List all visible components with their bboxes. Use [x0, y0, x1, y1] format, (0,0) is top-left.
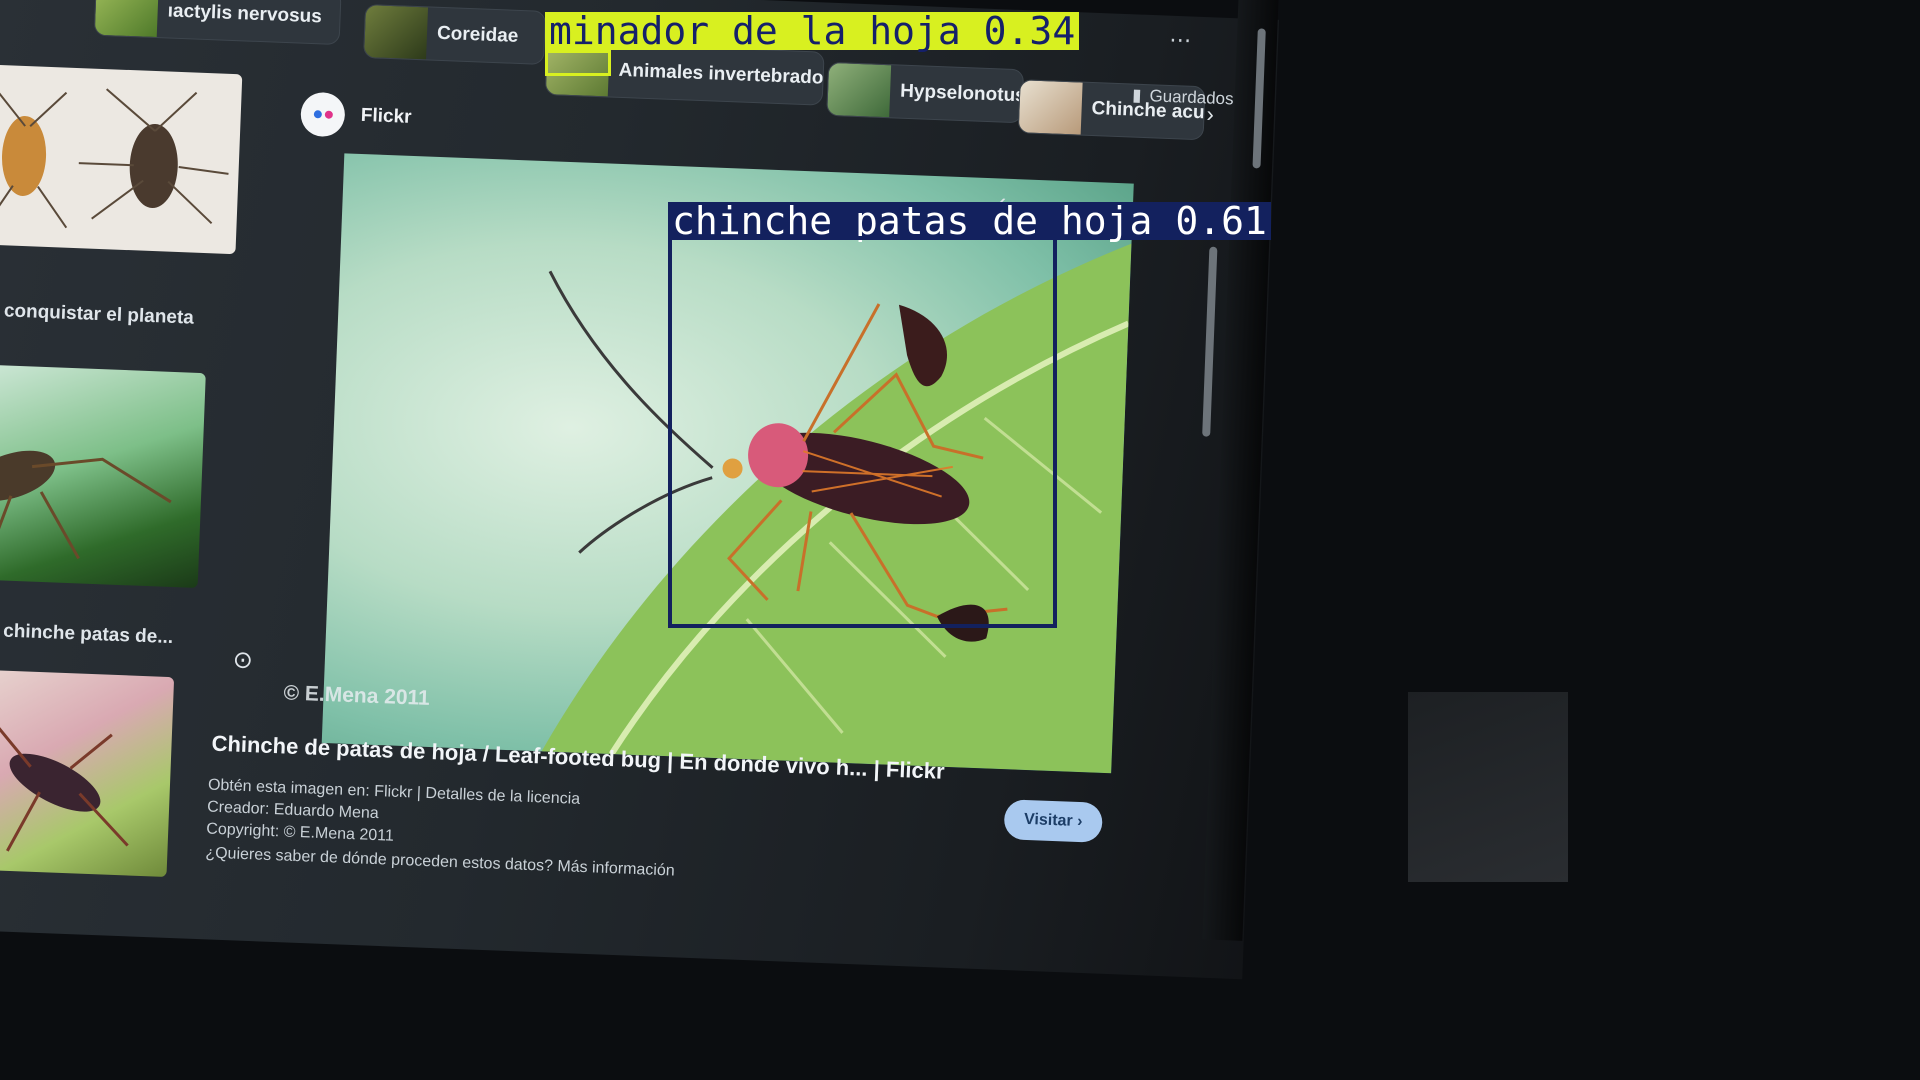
bookmark-icon: ▮	[1131, 85, 1142, 105]
chip-label: ıactylis nervosus	[167, 0, 323, 28]
more-icon[interactable]: ⋯	[1169, 27, 1192, 54]
photo-watermark: © E.Mena 2011	[283, 681, 431, 711]
related-chip[interactable]: ıactylis nervosus	[93, 0, 342, 46]
visual-search-icon[interactable]: ⊙	[232, 645, 263, 676]
side-result-caption[interactable]: an chinche patas de...	[0, 620, 174, 650]
image-search-panel: ıactylis nervosus Coreidae Animales inve…	[0, 0, 1266, 929]
related-chip[interactable]: Coreidae	[363, 4, 546, 65]
insect-diagram-image	[0, 88, 229, 229]
source-name: Flickr	[360, 104, 412, 128]
saved-button[interactable]: ▮ Guardados	[1132, 86, 1234, 110]
flickr-logo-icon	[300, 91, 346, 138]
insect-photo-image	[0, 450, 172, 560]
chip-thumbnail	[364, 5, 429, 60]
result-info-line[interactable]: ¿Quieres saber de dónde proceden estos d…	[205, 845, 675, 881]
side-result-thumbnail[interactable]	[0, 364, 206, 589]
scrollbar[interactable]	[1202, 246, 1218, 437]
detection-box-leaf-footed-bug	[668, 236, 1057, 628]
result-copyright-line: Copyright: © E.Mena 2011	[206, 820, 395, 845]
related-chip[interactable]: Hypselonotus	[826, 61, 1025, 124]
side-result-caption[interactable]: y conquistar el planeta	[0, 300, 194, 330]
result-creator-line: Creador: Eduardo Mena	[206, 798, 380, 823]
source-row[interactable]: Flickr	[300, 91, 412, 140]
chip-thumbnail	[827, 62, 892, 118]
detection-box-leaf-miner	[545, 50, 611, 76]
side-result-thumbnail[interactable]	[0, 64, 243, 255]
detection-label-leaf-footed-bug: chinche patas de hoja 0.61	[668, 202, 1271, 240]
chip-thumbnail	[94, 0, 159, 38]
chip-label: Hypselonotus	[899, 80, 1025, 107]
visit-button[interactable]: Visitar ›	[1003, 799, 1103, 843]
background-object	[1408, 692, 1568, 882]
chip-label: Coreidae	[436, 22, 519, 47]
insect-photo-image	[0, 719, 129, 852]
chip-thumbnail	[1018, 80, 1083, 135]
detection-label-leaf-miner: minador de la hoja 0.34	[545, 12, 1080, 50]
chip-label: Animales invertebrados	[618, 59, 825, 90]
saved-label: Guardados	[1149, 86, 1234, 109]
side-result-thumbnail[interactable]	[0, 669, 175, 878]
